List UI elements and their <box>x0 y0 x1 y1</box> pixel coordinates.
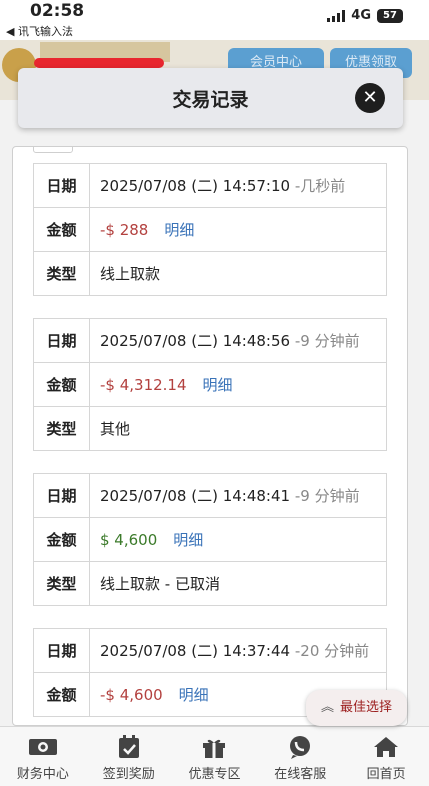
type-label: 类型 <box>33 251 90 296</box>
type-value: 线上取款 - 已取消 <box>89 561 387 606</box>
transaction-record: 日期 2025/07/08 (二) 14:48:56 -9 分钟前 金额 -$ … <box>33 318 387 451</box>
type-label: 类型 <box>33 561 90 606</box>
amount-value: $ 4,600 明细 <box>89 517 387 562</box>
cash-icon <box>28 739 57 755</box>
date-value: 2025/07/08 (二) 14:37:44 -20 分钟前 <box>89 628 387 673</box>
home-icon <box>374 737 399 757</box>
status-time: 02:58 <box>30 1 85 21</box>
back-to-app-link[interactable]: ◀ 讯飞输入法 <box>6 23 73 39</box>
date-value: 2025/07/08 (二) 14:48:41 -9 分钟前 <box>89 473 387 518</box>
best-choice-label: 最佳选择 <box>340 700 393 715</box>
detail-link[interactable]: 明细 <box>179 686 209 704</box>
amount-value: -$ 288 明细 <box>89 207 387 252</box>
date-label: 日期 <box>33 163 90 208</box>
amount-text: $ 4,600 <box>100 531 158 549</box>
detail-link[interactable]: 明细 <box>164 221 194 239</box>
amount-label: 金额 <box>33 207 90 252</box>
date-value: 2025/07/08 (二) 14:57:10 -几秒前 <box>89 163 387 208</box>
amount-text: -$ 4,600 <box>100 686 163 704</box>
amount-text: -$ 288 <box>100 221 149 239</box>
bottom-nav: 财务中心 签到奖励 优惠专区 在线客服 回首页 <box>0 726 429 786</box>
date-label: 日期 <box>33 473 90 518</box>
nav-label: 在线客服 <box>274 767 327 782</box>
chat-phone-icon <box>290 736 311 759</box>
battery-icon: 57 <box>377 8 403 23</box>
nav-label: 回首页 <box>366 767 406 782</box>
transaction-record: 日期 2025/07/08 (二) 14:48:41 -9 分钟前 金额 $ 4… <box>33 473 387 606</box>
amount-value: -$ 4,312.14 明细 <box>89 362 387 407</box>
nav-item-checkin[interactable]: 签到奖励 <box>86 727 172 786</box>
network-label: 4G <box>351 8 371 23</box>
type-value: 线上取款 <box>89 251 387 296</box>
transaction-record: 日期 2025/07/08 (二) 14:57:10 -几秒前 金额 -$ 28… <box>33 163 387 296</box>
status-indicators: 4G 57 <box>327 8 403 23</box>
modal-title: 交易记录 <box>172 89 249 111</box>
date-value: 2025/07/08 (二) 14:48:56 -9 分钟前 <box>89 318 387 363</box>
amount-text: -$ 4,312.14 <box>100 376 187 394</box>
type-label: 类型 <box>33 406 90 451</box>
date-label: 日期 <box>33 628 90 673</box>
double-chevron-up-icon: ︽ <box>320 700 334 715</box>
amount-label: 金额 <box>33 672 90 717</box>
status-bar: 02:58 ◀ 讯飞输入法 4G 57 <box>0 0 429 40</box>
date-label: 日期 <box>33 318 90 363</box>
nav-label: 签到奖励 <box>102 767 155 782</box>
calendar-check-icon <box>118 735 139 758</box>
amount-label: 金额 <box>33 362 90 407</box>
amount-label: 金额 <box>33 517 90 562</box>
detail-link[interactable]: 明细 <box>203 376 233 394</box>
nav-label: 优惠专区 <box>188 767 241 782</box>
nav-item-home[interactable]: 回首页 <box>343 727 429 786</box>
nav-item-promotions[interactable]: 优惠专区 <box>172 727 258 786</box>
detail-link[interactable]: 明细 <box>173 531 203 549</box>
best-choice-button[interactable]: ︽ 最佳选择 <box>306 690 407 726</box>
type-value: 其他 <box>89 406 387 451</box>
close-icon[interactable]: ✕ <box>355 83 385 113</box>
nav-item-finance[interactable]: 财务中心 <box>0 727 86 786</box>
back-app-label: 讯飞输入法 <box>17 25 73 38</box>
signal-icon <box>327 9 346 22</box>
modal-header: 交易记录 ✕ <box>18 68 403 128</box>
nav-label: 财务中心 <box>16 767 69 782</box>
gift-icon <box>203 739 226 758</box>
nav-item-support[interactable]: 在线客服 <box>257 727 343 786</box>
